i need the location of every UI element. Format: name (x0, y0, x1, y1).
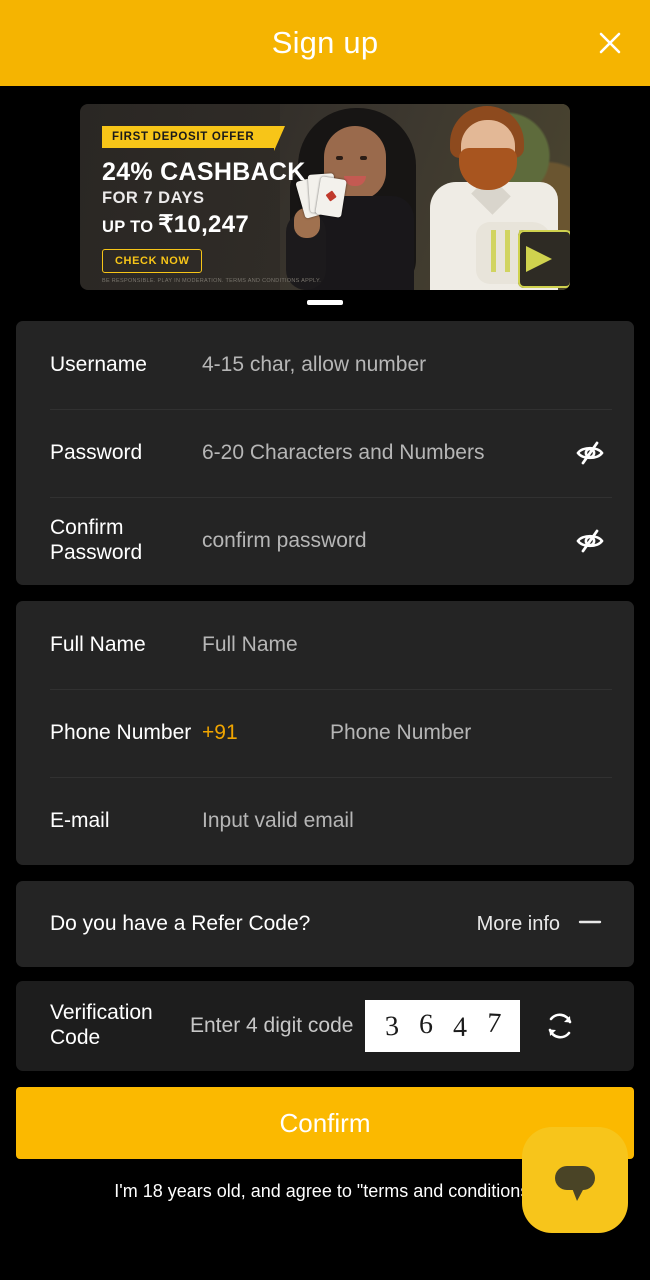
verification-code-row[interactable]: Verification Code Enter 4 digit code 3 6… (16, 981, 634, 1071)
carousel-pagination[interactable] (0, 300, 650, 305)
field-row-username[interactable]: Username 4-15 char, allow number (16, 321, 634, 409)
full-name-input[interactable]: Full Name (202, 633, 612, 657)
captcha-digit: 3 (384, 1010, 401, 1043)
username-input[interactable]: 4-15 char, allow number (202, 353, 612, 377)
confirm-password-input[interactable]: confirm password (202, 529, 568, 553)
promo-banner-carousel[interactable]: FIRST DEPOSIT OFFER 24% CASHBACK FOR 7 D… (0, 86, 650, 305)
field-row-password[interactable]: Password 6-20 Characters and Numbers (16, 409, 634, 497)
account-fields-card: Username 4-15 char, allow number Passwor… (16, 321, 634, 585)
email-label: E-mail (50, 808, 110, 832)
captcha-digit: 7 (485, 1007, 502, 1040)
modal-header: Sign up (0, 0, 650, 86)
more-info-link[interactable]: More info (477, 913, 560, 936)
confirm-password-label: Confirm Password (50, 516, 143, 564)
captcha-digit: 6 (418, 1008, 434, 1041)
field-row-email[interactable]: E-mail Input valid email (16, 777, 634, 865)
close-icon[interactable] (588, 21, 632, 65)
page-title: Sign up (271, 25, 379, 60)
full-name-label: Full Name (50, 632, 146, 656)
captcha-image: 3 6 4 7 (365, 1000, 521, 1052)
carousel-dot-active[interactable] (307, 300, 343, 305)
eye-off-icon-confirm-password[interactable] (568, 519, 612, 563)
verification-code-label: Verification Code (50, 1001, 153, 1049)
banner-ribbon: FIRST DEPOSIT OFFER (102, 126, 286, 151)
phone-number-input[interactable]: Phone Number (330, 721, 612, 745)
password-label: Password (50, 440, 143, 464)
country-code-selector[interactable]: +91 (202, 721, 330, 745)
email-field[interactable]: Input valid email (202, 809, 612, 833)
profile-fields-card: Full Name Full Name Phone Number +91 Pho… (16, 601, 634, 865)
refer-code-card[interactable]: Do you have a Refer Code? More info (16, 881, 634, 967)
promo-banner[interactable]: FIRST DEPOSIT OFFER 24% CASHBACK FOR 7 D… (80, 104, 570, 290)
chat-bubble-icon[interactable] (522, 1127, 628, 1233)
banner-headline: 24% CASHBACK (102, 158, 306, 186)
verification-code-card: Verification Code Enter 4 digit code 3 6… (16, 981, 634, 1071)
captcha-digit: 4 (452, 1011, 468, 1044)
banner-subline: FOR 7 DAYS (102, 189, 205, 207)
field-row-full-name[interactable]: Full Name Full Name (16, 601, 634, 689)
banner-copy: FIRST DEPOSIT OFFER 24% CASHBACK FOR 7 D… (102, 126, 362, 273)
password-input[interactable]: 6-20 Characters and Numbers (202, 441, 568, 465)
refer-code-question: Do you have a Refer Code? (50, 912, 311, 935)
banner-amount-line: UP TO ₹10,247 (102, 210, 362, 239)
refresh-icon[interactable] (534, 1000, 586, 1052)
banner-amount-prefix: UP TO (102, 218, 159, 236)
minus-icon[interactable] (576, 908, 604, 941)
refer-code-row[interactable]: Do you have a Refer Code? More info (16, 881, 634, 967)
eye-off-icon-password[interactable] (568, 431, 612, 475)
banner-amount: ₹10,247 (158, 211, 249, 238)
username-label: Username (50, 352, 147, 376)
field-row-phone-number[interactable]: Phone Number +91 Phone Number (16, 689, 634, 777)
verification-code-input[interactable]: Enter 4 digit code (190, 1014, 353, 1038)
signup-modal: Sign up FIRST DEPOSIT OFFER 24% CASHBACK… (0, 0, 650, 1280)
refer-code-actions[interactable]: More info (477, 908, 604, 941)
phone-number-label: Phone Number (50, 720, 192, 744)
banner-legal-text: BE RESPONSIBLE. PLAY IN MODERATION. TERM… (102, 278, 322, 284)
check-now-button[interactable]: CHECK NOW (102, 249, 203, 273)
field-row-confirm-password[interactable]: Confirm Password confirm password (16, 497, 634, 585)
